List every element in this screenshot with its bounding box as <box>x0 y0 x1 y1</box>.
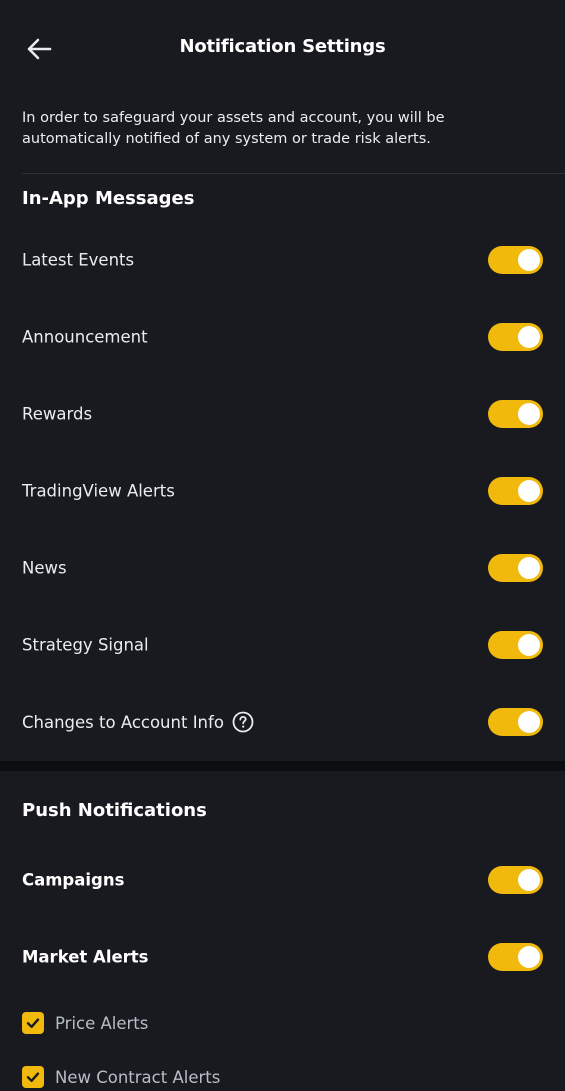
setting-label: Announcement <box>22 327 148 347</box>
help-circle-icon[interactable] <box>232 711 254 733</box>
checkbox-row-new-contract-alerts[interactable]: New Contract Alerts <box>22 1063 220 1091</box>
top-bar: Notification Settings <box>0 0 565 98</box>
toggle-latest-events[interactable] <box>488 246 543 274</box>
toggle-knob <box>518 634 540 656</box>
toggle-knob <box>518 946 540 968</box>
setting-label: Market Alerts <box>22 947 149 967</box>
setting-label: Campaigns <box>22 870 125 890</box>
setting-row-market-alerts: Market Alerts <box>0 930 565 984</box>
checkbox-price-alerts[interactable] <box>22 1012 44 1034</box>
toggle-announcement[interactable] <box>488 323 543 351</box>
toggle-rewards[interactable] <box>488 400 543 428</box>
setting-row-campaigns: Campaigns <box>0 853 565 907</box>
setting-label: Changes to Account Info <box>22 712 224 732</box>
setting-label: Strategy Signal <box>22 635 149 655</box>
section-divider <box>0 761 565 771</box>
toggle-news[interactable] <box>488 554 543 582</box>
setting-label: Latest Events <box>22 250 135 270</box>
toggle-strategy-signal[interactable] <box>488 631 543 659</box>
setting-row-tradingview-alerts: TradingView Alerts <box>0 464 565 518</box>
checkbox-label: Price Alerts <box>55 1013 149 1033</box>
setting-row-latest-events: Latest Events <box>0 233 565 287</box>
section-title-in-app: In-App Messages <box>22 188 195 209</box>
intro-text: In order to safeguard your assets and ac… <box>22 110 445 147</box>
setting-label: Rewards <box>22 404 93 424</box>
toggle-tradingview-alerts[interactable] <box>488 477 543 505</box>
checkmark-icon <box>26 1072 40 1082</box>
checkbox-row-price-alerts[interactable]: Price Alerts <box>22 1009 148 1037</box>
setting-row-strategy-signal: Strategy Signal <box>0 618 565 672</box>
checkmark-icon <box>26 1018 40 1028</box>
toggle-knob <box>518 557 540 579</box>
toggle-knob <box>518 869 540 891</box>
toggle-knob <box>518 403 540 425</box>
toggle-knob <box>518 711 540 733</box>
checkbox-new-contract-alerts[interactable] <box>22 1066 44 1088</box>
setting-label: TradingView Alerts <box>22 481 175 501</box>
setting-row-rewards: Rewards <box>0 387 565 441</box>
setting-label: News <box>22 558 67 578</box>
toggle-knob <box>518 326 540 348</box>
section-title-push: Push Notifications <box>22 800 207 821</box>
toggle-account-info[interactable] <box>488 708 543 736</box>
divider <box>22 173 565 174</box>
checkbox-label: New Contract Alerts <box>55 1067 221 1087</box>
setting-row-account-info: Changes to Account Info <box>0 695 565 749</box>
toggle-knob <box>518 480 540 502</box>
setting-row-news: News <box>0 541 565 595</box>
setting-label-wrap: Changes to Account Info <box>22 711 254 733</box>
setting-row-announcement: Announcement <box>0 310 565 364</box>
page-title: Notification Settings <box>179 36 386 57</box>
toggle-market-alerts[interactable] <box>488 943 543 971</box>
toggle-campaigns[interactable] <box>488 866 543 894</box>
toggle-knob <box>518 249 540 271</box>
